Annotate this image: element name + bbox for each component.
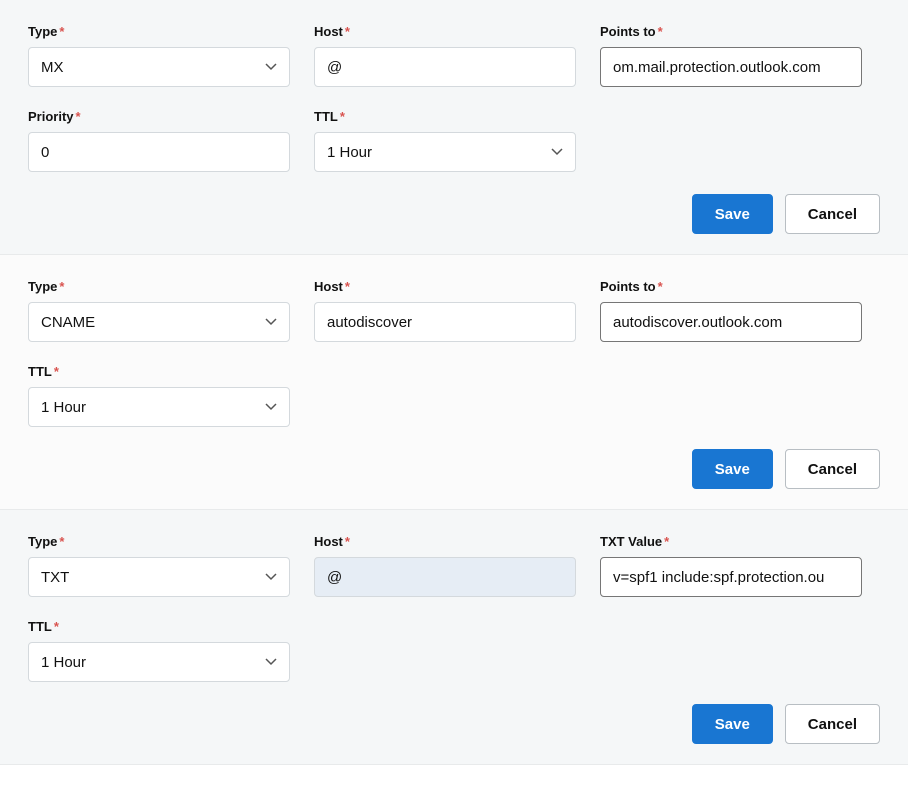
host-input[interactable] — [314, 557, 576, 597]
dns-record-txt: Type* TXT Host* TXT Value* TTL* 1 Hour S… — [0, 510, 908, 765]
type-label: Type* — [28, 534, 290, 549]
points-to-input[interactable] — [600, 47, 862, 87]
ttl-select[interactable]: 1 Hour — [28, 387, 290, 427]
save-button[interactable]: Save — [692, 194, 773, 234]
dns-record-cname: Type* CNAME Host* Points to* TTL* 1 Hour… — [0, 255, 908, 510]
save-button[interactable]: Save — [692, 704, 773, 744]
host-label: Host* — [314, 534, 576, 549]
cancel-button[interactable]: Cancel — [785, 449, 880, 489]
host-input[interactable] — [314, 47, 576, 87]
cancel-button[interactable]: Cancel — [785, 194, 880, 234]
host-label: Host* — [314, 24, 576, 39]
ttl-label: TTL* — [28, 619, 290, 634]
ttl-select[interactable]: 1 Hour — [28, 642, 290, 682]
type-select[interactable]: MX — [28, 47, 290, 87]
points-to-input[interactable] — [600, 302, 862, 342]
ttl-label: TTL* — [314, 109, 576, 124]
ttl-select[interactable]: 1 Hour — [314, 132, 576, 172]
txt-value-label: TXT Value* — [600, 534, 862, 549]
host-input[interactable] — [314, 302, 576, 342]
cancel-button[interactable]: Cancel — [785, 704, 880, 744]
type-label: Type* — [28, 279, 290, 294]
points-to-label: Points to* — [600, 279, 862, 294]
type-label: Type* — [28, 24, 290, 39]
type-select[interactable]: CNAME — [28, 302, 290, 342]
dns-record-mx: Type* MX Host* Points to* Priority* TTL*… — [0, 0, 908, 255]
type-select[interactable]: TXT — [28, 557, 290, 597]
txt-value-input[interactable] — [600, 557, 862, 597]
host-label: Host* — [314, 279, 576, 294]
points-to-label: Points to* — [600, 24, 862, 39]
ttl-label: TTL* — [28, 364, 290, 379]
priority-input[interactable] — [28, 132, 290, 172]
priority-label: Priority* — [28, 109, 290, 124]
save-button[interactable]: Save — [692, 449, 773, 489]
